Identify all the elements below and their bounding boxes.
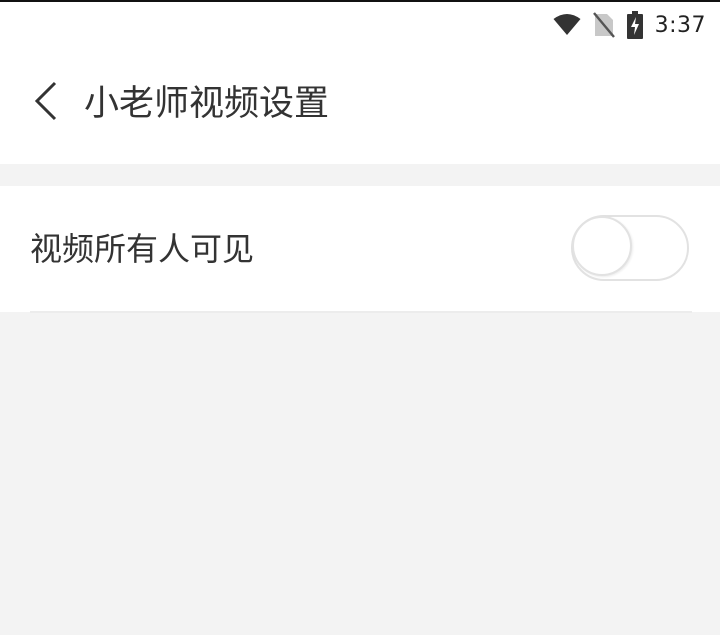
app-header: 小老师视频设置 (0, 48, 720, 164)
back-button[interactable] (26, 81, 66, 125)
no-sim-icon (592, 12, 615, 38)
video-visibility-toggle[interactable] (571, 215, 689, 281)
setting-label-video-visibility: 视频所有人可见 (30, 230, 255, 268)
page-title: 小老师视频设置 (84, 84, 330, 124)
settings-card: 视频所有人可见 (0, 186, 720, 312)
status-bar: 3:37 (0, 0, 720, 48)
chevron-left-icon (33, 80, 59, 126)
battery-charging-icon (626, 11, 643, 39)
divider (30, 311, 692, 313)
wifi-icon (553, 14, 581, 36)
status-time: 3:37 (654, 12, 706, 38)
status-icons: 3:37 (541, 10, 706, 40)
toggle-knob (572, 216, 632, 276)
